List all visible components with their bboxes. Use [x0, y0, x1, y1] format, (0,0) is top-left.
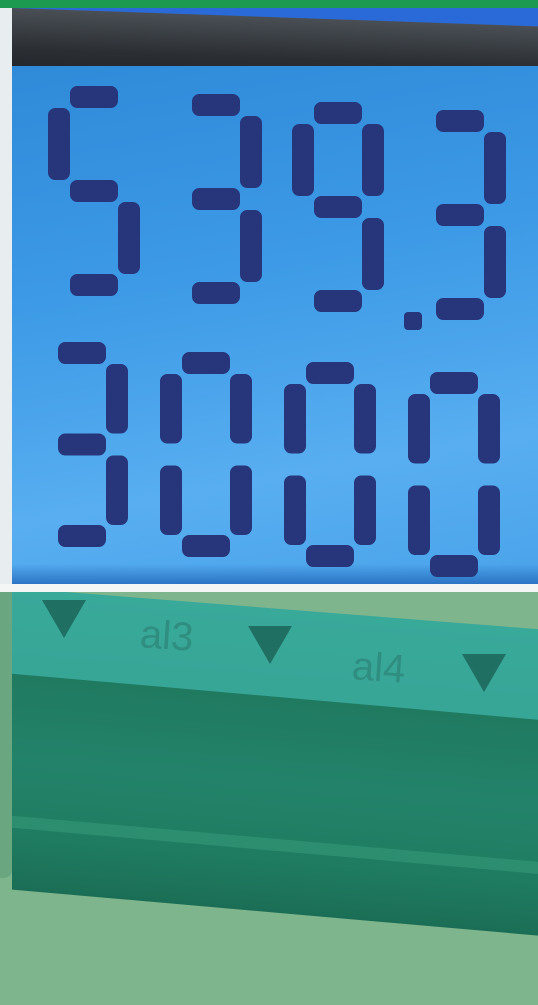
lcd-segment-g — [192, 188, 240, 210]
lcd-segment-g — [314, 196, 362, 218]
lcd-decimal-point — [404, 312, 422, 330]
lcd-segment-e — [408, 485, 430, 555]
lcd-segment-g — [436, 204, 484, 226]
lcd-segment-d — [430, 555, 478, 577]
alarm-indicator-triangle-icon — [248, 626, 292, 664]
lcd-segment-f — [408, 394, 430, 464]
lcd-segment-f — [48, 108, 70, 180]
lcd-segment-c — [118, 202, 140, 274]
left-panel-bottom — [0, 592, 12, 878]
lcd-segment-d — [436, 298, 484, 320]
lcd-segment-d — [192, 282, 240, 304]
lcd-segment-b — [478, 394, 500, 464]
lcd-segment-c — [240, 210, 262, 282]
alarm-indicator-triangle-icon — [42, 600, 86, 638]
lcd-segment-a — [58, 342, 106, 364]
alarm-indicator-triangle-icon — [462, 654, 506, 692]
lcd-segment-b — [106, 364, 128, 434]
lcd-segment-c — [478, 485, 500, 555]
lcd-segment-b — [362, 124, 384, 196]
top-accent-bar — [0, 0, 538, 8]
lcd-segment-d — [70, 274, 118, 296]
lcd-segment-a — [70, 86, 118, 108]
lcd-segment-c — [484, 226, 506, 298]
lcd-segment-d — [306, 545, 354, 567]
lcd-segment-e — [284, 475, 306, 545]
segment-digits — [48, 86, 506, 577]
lcd-segment-f — [160, 374, 182, 444]
lcd-segment-a — [430, 372, 478, 394]
lcd-segment-g — [70, 180, 118, 202]
lcd-segment-b — [240, 116, 262, 188]
lcd-segment-f — [284, 384, 306, 454]
lcd-segment-b — [484, 132, 506, 204]
alarm-label-al4: al4 — [350, 644, 407, 692]
lcd-photo — [12, 8, 538, 584]
lcd-segment-a — [436, 110, 484, 132]
lcd-segment-b — [230, 374, 252, 444]
lcd-segment-c — [362, 218, 384, 290]
lcd-segment-c — [106, 455, 128, 525]
lcd-segment-d — [314, 290, 362, 312]
lcd-segment-a — [314, 102, 362, 124]
lcd-segment-g — [58, 433, 106, 456]
lcd-segment-e — [160, 465, 182, 535]
lcd-segment-b — [354, 384, 376, 454]
lcd-segment-c — [230, 465, 252, 535]
lcd-segment-d — [182, 535, 230, 557]
housing-photo: al3 al4 — [12, 592, 538, 1005]
photo-separator — [0, 584, 538, 592]
lcd-segment-d — [58, 525, 106, 547]
lcd-segment-a — [306, 362, 354, 384]
alarm-label-al3: al3 — [138, 612, 195, 660]
lcd-segment-c — [354, 475, 376, 545]
lcd-segment-f — [292, 124, 314, 196]
lcd-segment-a — [192, 94, 240, 116]
lcd-segment-a — [182, 352, 230, 374]
